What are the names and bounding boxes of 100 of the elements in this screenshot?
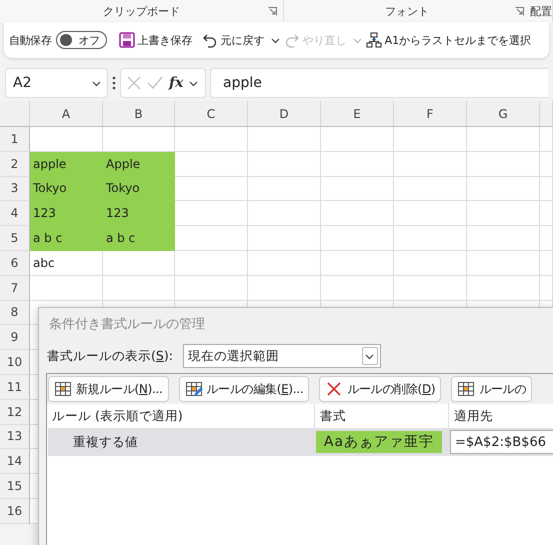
rule-row[interactable]: 重複する値 Aaあぁアァ亜宇 =$A$2:$B$66: [48, 428, 553, 456]
cell[interactable]: [321, 152, 394, 177]
delete-rule-button[interactable]: ルールの削除(D): [319, 376, 442, 402]
cell[interactable]: [175, 201, 248, 226]
cell[interactable]: [175, 250, 248, 276]
cell[interactable]: [175, 176, 248, 202]
cell[interactable]: 123: [30, 201, 103, 226]
row-header[interactable]: 16: [0, 498, 30, 524]
row-header[interactable]: 15: [0, 474, 30, 499]
row-header[interactable]: 11: [0, 374, 30, 400]
row-header[interactable]: 12: [0, 400, 30, 425]
column-header[interactable]: C: [175, 101, 248, 127]
undo-button[interactable]: 元に戻す: [198, 32, 268, 48]
cell[interactable]: [321, 201, 394, 226]
row-header[interactable]: 8: [0, 300, 30, 326]
autosave-toggle[interactable]: オフ: [56, 31, 107, 49]
cell[interactable]: Tokyo: [103, 176, 175, 202]
cell[interactable]: [248, 226, 321, 251]
cell[interactable]: Apple: [103, 152, 175, 177]
cell[interactable]: [540, 152, 553, 177]
cell[interactable]: [321, 250, 394, 276]
column-header[interactable]: G: [467, 101, 540, 127]
dialog-launcher-icon[interactable]: [515, 7, 524, 16]
cell[interactable]: [467, 201, 540, 226]
cell[interactable]: [103, 250, 175, 276]
cancel-icon[interactable]: [127, 76, 141, 90]
cell[interactable]: [540, 127, 553, 152]
cell[interactable]: [540, 276, 553, 301]
cell[interactable]: [394, 276, 467, 301]
column-header[interactable]: B: [103, 101, 175, 127]
save-button[interactable]: 上書き保存: [116, 32, 196, 48]
cell[interactable]: a b c: [30, 226, 103, 251]
cell[interactable]: [321, 176, 394, 202]
formula-field[interactable]: apple: [210, 68, 548, 98]
cell[interactable]: abc: [30, 250, 103, 276]
cell[interactable]: [394, 127, 467, 152]
cell[interactable]: [467, 226, 540, 251]
name-box[interactable]: A2: [5, 68, 108, 98]
cell[interactable]: [321, 276, 394, 301]
cell[interactable]: [248, 152, 321, 177]
cell[interactable]: 123: [103, 201, 175, 226]
row-header[interactable]: 7: [0, 276, 30, 301]
cell[interactable]: [248, 250, 321, 276]
cell[interactable]: [467, 127, 540, 152]
cell[interactable]: apple: [30, 152, 103, 177]
cell[interactable]: [248, 127, 321, 152]
header-cell[interactable]: [540, 101, 553, 127]
cell[interactable]: [394, 226, 467, 251]
dialog-launcher-icon[interactable]: [268, 7, 277, 16]
row-header[interactable]: 3: [0, 176, 30, 202]
row-header[interactable]: 5: [0, 226, 30, 251]
cell[interactable]: [540, 201, 553, 226]
cell[interactable]: [321, 226, 394, 251]
duplicate-rule-button[interactable]: ルールの: [451, 376, 532, 402]
cell[interactable]: Tokyo: [30, 176, 103, 202]
cell[interactable]: [394, 250, 467, 276]
cell[interactable]: [321, 127, 394, 152]
cell[interactable]: [394, 152, 467, 177]
cell[interactable]: [30, 276, 103, 301]
row-header[interactable]: 6: [0, 250, 30, 276]
cell[interactable]: [467, 176, 540, 202]
cell[interactable]: [175, 276, 248, 301]
cell[interactable]: [175, 152, 248, 177]
cell[interactable]: [467, 276, 540, 301]
cell[interactable]: [175, 127, 248, 152]
column-header[interactable]: D: [248, 101, 321, 127]
cell[interactable]: [248, 176, 321, 202]
select-button[interactable]: A1からラストセルまでを選択: [362, 32, 534, 48]
caret-icon[interactable]: [189, 80, 198, 86]
insert-function-button[interactable]: fx: [169, 75, 184, 91]
applies-to-field[interactable]: =$A$2:$B$66: [450, 430, 553, 454]
cell[interactable]: a b c: [103, 226, 175, 251]
cell[interactable]: [394, 176, 467, 202]
row-header[interactable]: 1: [0, 127, 30, 152]
row-header[interactable]: 10: [0, 350, 30, 375]
column-header[interactable]: F: [394, 101, 467, 127]
cell[interactable]: [103, 276, 175, 301]
caret-icon[interactable]: [92, 80, 101, 86]
cell[interactable]: [540, 226, 553, 251]
cell[interactable]: [467, 250, 540, 276]
cell[interactable]: [248, 276, 321, 301]
row-header[interactable]: 13: [0, 424, 30, 450]
cell[interactable]: [175, 226, 248, 251]
new-rule-button[interactable]: 新規ルール(N)...: [48, 376, 169, 402]
cell[interactable]: [248, 201, 321, 226]
caret-icon[interactable]: [270, 36, 280, 44]
row-header[interactable]: 2: [0, 152, 30, 177]
row-header[interactable]: 4: [0, 201, 30, 226]
cell[interactable]: [540, 250, 553, 276]
cell[interactable]: [394, 201, 467, 226]
more-options-icon[interactable]: [112, 76, 116, 90]
show-rules-dropdown[interactable]: 現在の選択範囲: [182, 344, 381, 368]
column-header[interactable]: E: [321, 101, 394, 127]
edit-rule-button[interactable]: ルールの編集(E)...: [178, 376, 310, 402]
column-header[interactable]: A: [30, 101, 103, 127]
cell[interactable]: [540, 176, 553, 202]
row-header[interactable]: 14: [0, 449, 30, 474]
check-icon[interactable]: [147, 76, 163, 90]
row-header[interactable]: 9: [0, 325, 30, 350]
cell[interactable]: [467, 152, 540, 177]
